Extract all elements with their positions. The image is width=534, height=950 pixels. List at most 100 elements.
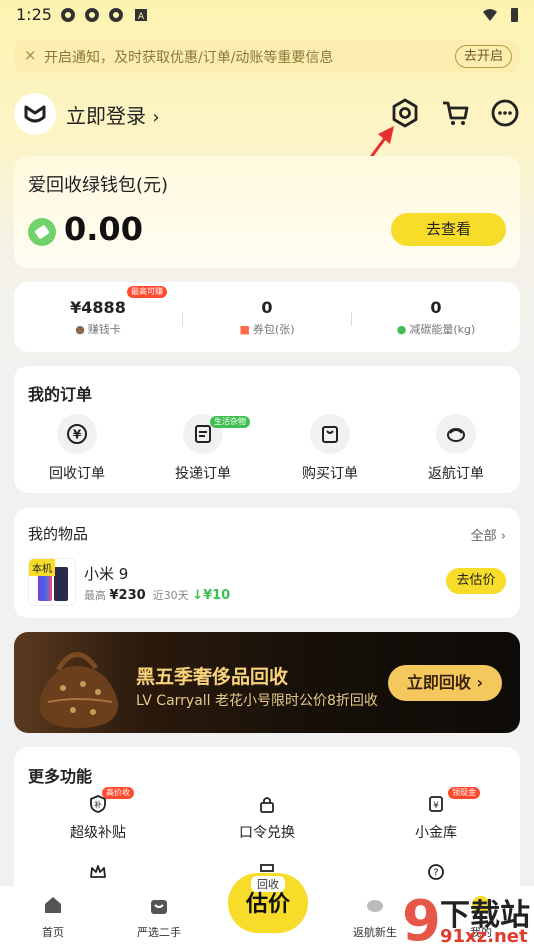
phone-price-info: 最高 ¥230 近30天 ↓¥10 xyxy=(84,587,230,603)
high-price-badge: 高价收 xyxy=(102,787,134,799)
app-notification-icon xyxy=(85,8,99,22)
order-label: 购买订单 xyxy=(302,466,358,482)
stat-label: 减碳能量(kg) xyxy=(409,323,476,336)
svg-text:¥: ¥ xyxy=(433,801,439,811)
svg-text:?: ? xyxy=(433,868,438,879)
banner-title: 黑五季奢侈品回收 xyxy=(136,666,289,688)
svg-text:¥: ¥ xyxy=(73,428,82,442)
view-all-label: 全部 xyxy=(470,529,497,544)
login-label: 立即登录 xyxy=(66,104,146,128)
a-box-icon: A xyxy=(135,9,147,22)
promo-banner[interactable]: 黑五季奢侈品回收 LV Carryall 老花小号限时公价8折回收 立即回收 › xyxy=(14,632,520,733)
chevron-right-icon: › xyxy=(476,673,484,692)
center-big-label: 估价 xyxy=(245,892,290,917)
phone-thumbnail[interactable]: 本机 xyxy=(28,558,76,606)
return-icon xyxy=(447,428,465,442)
enable-notification-button[interactable]: 去开启 xyxy=(454,45,512,68)
super-subsidy[interactable]: 补 超级补贴 高价收 xyxy=(14,787,182,842)
stat-label: 赚钱卡 xyxy=(87,323,121,336)
wallet-title: 爱回收绿钱包(元) xyxy=(28,175,169,196)
feature-label: 超级补贴 xyxy=(70,825,126,841)
order-label: 回收订单 xyxy=(49,466,105,482)
tab-home[interactable]: 首页 xyxy=(0,894,106,940)
svg-text:A: A xyxy=(138,12,145,22)
svg-text:9: 9 xyxy=(402,889,441,948)
login-link[interactable]: 立即登录 › xyxy=(66,100,160,129)
period-label: 近30天 xyxy=(152,589,189,602)
vault-icon: ¥ xyxy=(429,796,443,812)
banner-subtitle: LV Carryall 老花小号限时公价8折回收 xyxy=(136,693,378,709)
estimate-button[interactable]: 去估价 xyxy=(446,568,506,594)
battery-icon xyxy=(511,8,518,22)
tab-label: 首页 xyxy=(42,926,64,939)
close-icon[interactable]: × xyxy=(24,46,37,64)
stat-value: 0 xyxy=(430,298,442,317)
handbag-image xyxy=(39,652,119,728)
max-price: ¥230 xyxy=(109,588,146,603)
this-device-tag: 本机 xyxy=(29,559,55,576)
return-icon xyxy=(367,900,383,912)
shopping-bag-icon xyxy=(151,900,167,914)
feature-label: 口令兑换 xyxy=(239,825,295,841)
app-notification-icon xyxy=(61,8,75,22)
more-title: 更多功能 xyxy=(28,767,93,786)
orders-title: 我的订单 xyxy=(28,385,93,404)
stats-card: ¥4888 ● 赚钱卡 最高可赚 0 ■ 券包(张) 0 ● 减碳能量(kg) xyxy=(14,282,520,352)
stat-coupons[interactable]: 0 ■ 券包(张) xyxy=(183,282,351,352)
code-redeem[interactable]: 口令兑换 xyxy=(183,795,351,842)
wallet-small-icon: ● xyxy=(75,322,85,336)
feature-label: 小金库 xyxy=(415,825,457,841)
order-label: 投递订单 xyxy=(175,466,231,482)
watermark-text-2: 91xz.net xyxy=(440,926,528,947)
yen-circle-icon: ¥ xyxy=(67,424,87,444)
chevron-right-icon: › xyxy=(500,529,506,544)
max-label: 最高 xyxy=(84,589,106,602)
purchase-orders[interactable]: 购买订单 xyxy=(267,414,393,484)
leaf-icon: ● xyxy=(396,322,407,336)
help-icon[interactable]: ? xyxy=(427,863,445,881)
stat-value: 0 xyxy=(261,298,273,317)
stat-label: 券包(张) xyxy=(252,323,295,336)
view-wallet-button[interactable]: 去查看 xyxy=(391,213,506,246)
stat-earn-card[interactable]: ¥4888 ● 赚钱卡 最高可赚 xyxy=(14,282,182,352)
notice-text: 开启通知，及时获取优惠/订单/动账等重要信息 xyxy=(44,50,334,66)
delivery-orders[interactable]: 投递订单 生活杂物 xyxy=(140,414,266,484)
shopping-bag-icon xyxy=(322,426,338,443)
green-wallet-icon xyxy=(28,218,56,246)
message-icon[interactable] xyxy=(489,97,521,129)
price-change: ¥10 xyxy=(203,588,231,603)
center-small-label: 回收 xyxy=(251,876,285,892)
recycle-orders[interactable]: ¥ 回收订单 xyxy=(14,414,140,484)
svg-text:补: 补 xyxy=(94,800,102,810)
crown-icon[interactable] xyxy=(89,863,107,881)
stat-value: ¥4888 xyxy=(70,298,126,317)
view-all-link[interactable]: 全部 › xyxy=(471,525,506,544)
avatar[interactable] xyxy=(14,93,56,135)
stat-carbon[interactable]: 0 ● 减碳能量(kg) xyxy=(352,282,520,352)
estimate-center-button[interactable]: 回收 估价 xyxy=(228,873,308,933)
wallet-card[interactable]: 爱回收绿钱包(元) 0.00 去查看 xyxy=(14,156,520,268)
phone-name: 小米 9 xyxy=(84,565,129,583)
order-label: 返航订单 xyxy=(428,466,484,482)
wallet-amount: 0.00 xyxy=(64,210,143,248)
return-orders[interactable]: 返航订单 xyxy=(393,414,519,484)
status-time: 1:25 xyxy=(16,5,52,24)
my-items-title: 我的物品 xyxy=(28,525,89,543)
notification-banner: × 开启通知，及时获取优惠/订单/动账等重要信息 去开启 xyxy=(14,40,520,73)
lock-icon xyxy=(260,797,274,813)
daily-goods-badge: 生活杂物 xyxy=(210,416,250,428)
small-vault[interactable]: ¥ 小金库 领现金 xyxy=(352,787,520,842)
recycle-now-button[interactable]: 立即回收 › xyxy=(388,665,502,701)
coupon-icon: ■ xyxy=(239,322,250,336)
recycle-now-label: 立即回收 xyxy=(406,673,471,692)
max-earn-badge: 最高可赚 xyxy=(127,286,167,298)
up-arrow-icon: ↓ xyxy=(192,588,204,603)
orders-card: 我的订单 ¥ 回收订单 投递订单 生活杂物 购买订单 返航订单 xyxy=(14,366,520,493)
status-bar: 1:25 A xyxy=(0,0,534,30)
my-items-card: 我的物品 全部 › 本机 小米 9 最高 ¥230 近30天 ↓¥10 去估价 xyxy=(14,508,520,618)
home-icon xyxy=(45,897,61,913)
cart-icon[interactable] xyxy=(440,97,472,129)
chevron-right-icon: › xyxy=(152,107,160,128)
tab-selected-secondhand[interactable]: 严选二手 xyxy=(106,894,212,940)
wifi-icon xyxy=(483,9,497,21)
